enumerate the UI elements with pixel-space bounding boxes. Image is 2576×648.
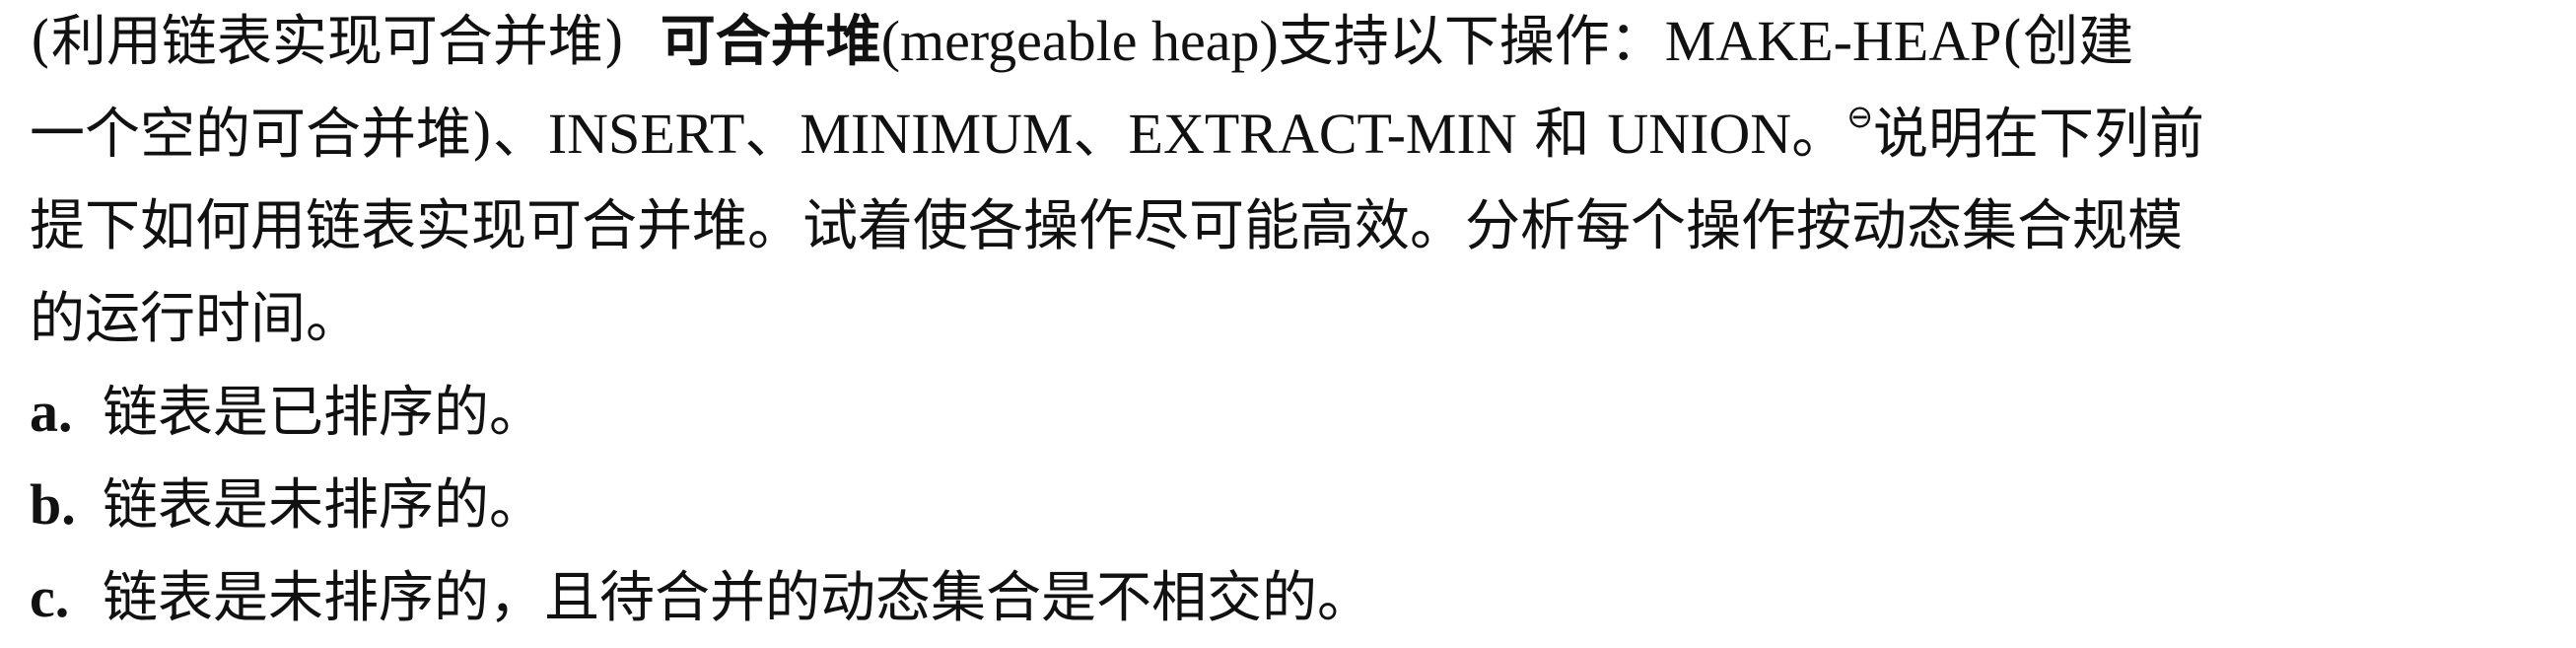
term-mergeable-heap-zh: 可合并堆 [660,9,881,74]
line4-text: 的运行时间。 [30,287,361,351]
line2-text-b: 说明在下列前 [1873,103,2204,167]
separator: 、 [1073,103,1129,167]
op-make-heap: MAKE-HEAP [1664,9,2002,73]
item-text: 链表是已排序的。 [103,381,544,445]
line2-text-a: 一个空的可合并堆)、 [30,103,548,167]
item-text: 链表是未排序的。 [103,473,544,538]
footnote-marker: ⊖ [1846,98,1873,135]
op-insert: INSERT [547,102,745,166]
line1-text-b: (创建 [2001,10,2134,74]
item-label: b. [30,472,76,537]
problem-line-3: 提下如何用链表实现可合并堆。试着使各操作尽可能高效。分析每个操作按动态集合规模 [30,187,2183,266]
list-item-a: a. 链表是已排序的。 [30,373,544,452]
problem-line-1: (利用链表实现可合并堆) 可合并堆(mergeable heap)支持以下操作：M… [30,2,2133,81]
list-item-b: b. 链表是未排序的。 [30,466,544,544]
problem-tag: (利用链表实现可合并堆) [30,10,625,74]
item-text: 链表是未排序的，且待合并的动态集合是不相交的。 [103,566,1372,630]
term-mergeable-heap-en: (mergeable heap) [880,9,1279,73]
line3-text: 提下如何用链表实现可合并堆。试着使各操作尽可能高效。分析每个操作按动态集合规模 [30,194,2183,258]
list-item-c: c. 链表是未排序的，且待合并的动态集合是不相交的。 [30,558,1372,637]
problem-line-2: 一个空的可合并堆)、INSERT、MINIMUM、EXTRACT-MIN 和 U… [30,95,2204,174]
line1-text-a: 支持以下操作： [1278,10,1665,74]
item-label: c. [30,565,70,629]
problem-line-4: 的运行时间。 [30,280,361,359]
op-minimum: MINIMUM [800,102,1074,166]
item-label: a. [30,380,73,444]
op-extract-min: EXTRACT-MIN [1128,102,1517,166]
conjunction: 和 [1516,103,1608,167]
separator: 、 [744,103,801,167]
period: 。 [1791,103,1847,167]
op-union: UNION [1607,102,1792,166]
